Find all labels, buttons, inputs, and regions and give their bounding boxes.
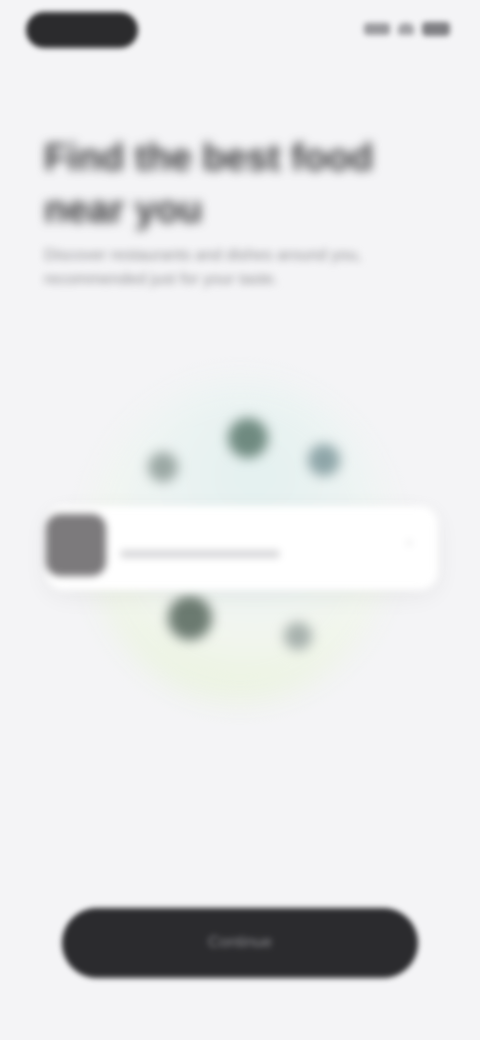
status-bar (0, 0, 480, 60)
onboarding-screen: Find the best food near you Discover res… (0, 0, 480, 1040)
card-thumbnail (46, 514, 106, 576)
card-subtitle-line (120, 550, 280, 558)
chevron-right-icon: › (406, 534, 412, 551)
hero-illustration: › (46, 360, 438, 720)
wifi-icon (398, 23, 414, 35)
battery-icon (422, 22, 450, 36)
illustration-dot (284, 622, 312, 650)
continue-button-label: Continue (207, 934, 273, 951)
page-title: Find the best food near you (44, 137, 374, 231)
illustration-dot (168, 596, 212, 640)
illustration-dot (308, 444, 340, 476)
preview-card: › (46, 506, 438, 590)
time-pill (26, 12, 138, 48)
signal-icon (364, 23, 390, 35)
page-subtitle: Discover restaurants and dishes around y… (44, 247, 362, 288)
status-icons (364, 22, 450, 36)
illustration-dot (148, 452, 178, 482)
illustration-dot (228, 418, 268, 458)
continue-button[interactable]: Continue (62, 908, 418, 978)
